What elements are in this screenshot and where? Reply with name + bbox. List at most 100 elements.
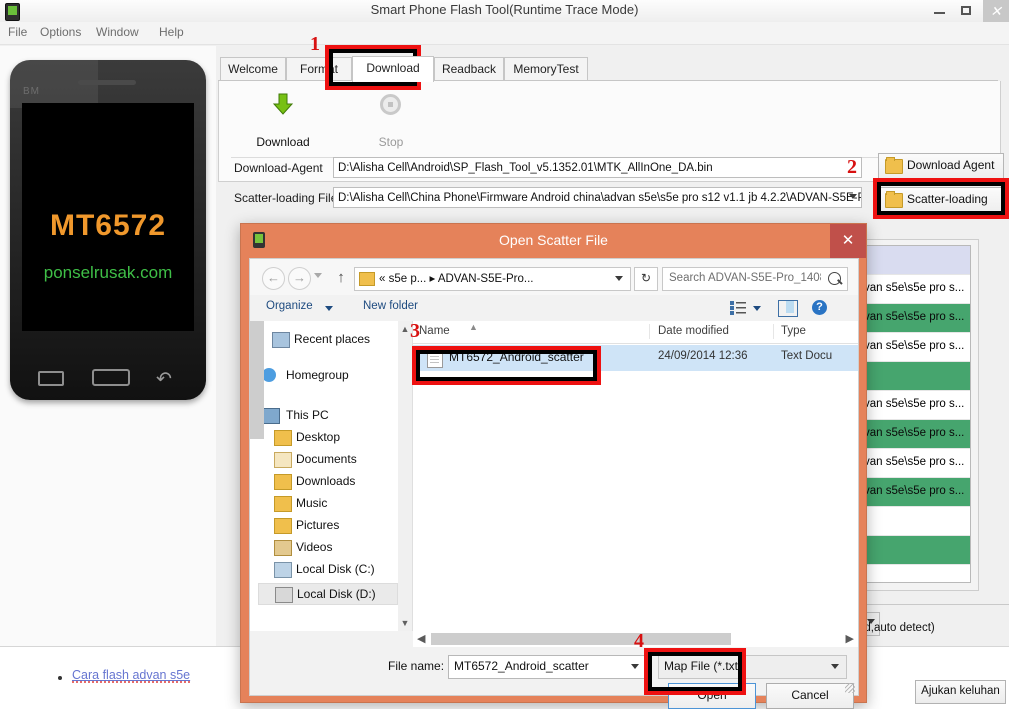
table-row[interactable]: [862, 362, 970, 391]
tab-strip: Welcome Format Download Readback MemoryT…: [218, 57, 1007, 81]
ajukan-keluhan-button[interactable]: Ajukan keluhan: [915, 680, 1006, 704]
chevron-down-icon[interactable]: [753, 306, 761, 311]
tree-item-label: Documents: [296, 449, 357, 470]
forward-arrow-icon[interactable]: →: [288, 267, 311, 290]
tree-item-local-disk-d[interactable]: Local Disk (D:): [258, 583, 398, 605]
tree-item-homegroup[interactable]: Homegroup: [250, 365, 398, 387]
tree-item-videos[interactable]: Videos: [250, 537, 398, 559]
file-type-dropdown[interactable]: Map File (*.txt): [658, 655, 847, 679]
column-divider[interactable]: [649, 324, 650, 339]
scatter-loading-browse-button[interactable]: Scatter-loading: [878, 187, 1004, 213]
tree-item-downloads[interactable]: Downloads: [250, 471, 398, 493]
chevron-down-icon[interactable]: [325, 306, 333, 311]
chevron-down-icon[interactable]: [831, 664, 839, 669]
menu-item-help[interactable]: Help: [155, 25, 188, 39]
search-input[interactable]: Search ADVAN-S5E-Pro_1408...: [662, 267, 848, 291]
menu-item-options[interactable]: Options: [36, 25, 85, 39]
column-header-name[interactable]: Name: [419, 325, 450, 337]
download-agent-input[interactable]: D:\Alisha Cell\Android\SP_Flash_Tool_v5.…: [333, 157, 862, 178]
dialog-title-bar: Open Scatter File ✕: [241, 224, 866, 258]
file-list[interactable]: ▲ Name Date modified Type MT6572_Android…: [413, 321, 858, 631]
close-button[interactable]: ✕: [983, 0, 1009, 22]
system-drive-icon: [274, 562, 292, 578]
tab-download[interactable]: Download: [352, 56, 434, 82]
tree-item-desktop[interactable]: Desktop: [250, 427, 398, 449]
menu-item-file[interactable]: File: [4, 25, 31, 39]
horizontal-scroll-thumb[interactable]: [431, 633, 731, 645]
tab-readback[interactable]: Readback: [434, 57, 504, 81]
up-arrow-icon[interactable]: ↑: [332, 268, 350, 287]
tree-scrollbar-thumb[interactable]: [250, 321, 264, 439]
auto-detect-status: ed,auto detect): [858, 622, 935, 634]
chevron-down-icon[interactable]: [631, 664, 639, 669]
open-button[interactable]: Open: [668, 683, 756, 709]
documents-folder-icon: [274, 452, 292, 468]
table-row[interactable]: van s5e\s5e pro s...: [862, 420, 970, 449]
file-name-input[interactable]: MT6572_Android_scatter: [448, 655, 647, 679]
maximize-button[interactable]: [953, 0, 979, 22]
download-agent-browse-label: Download Agent: [907, 154, 994, 177]
organize-button[interactable]: Organize: [266, 300, 313, 312]
table-row[interactable]: [862, 565, 970, 583]
scatter-file-input[interactable]: D:\Alisha Cell\China Phone\Firmware Andr…: [333, 187, 862, 208]
tree-item-this-pc[interactable]: This PC: [250, 405, 398, 427]
table-row[interactable]: [862, 507, 970, 536]
tree-item-pictures[interactable]: Pictures: [250, 515, 398, 537]
tab-memorytest[interactable]: MemoryTest: [504, 57, 588, 81]
download-agent-browse-button[interactable]: Download Agent: [878, 153, 1004, 179]
dialog-close-button[interactable]: ✕: [830, 224, 866, 258]
dialog-footer: File name: MT6572_Android_scatter Map Fi…: [250, 649, 858, 695]
table-row[interactable]: [862, 536, 970, 565]
file-list-row[interactable]: MT6572_Android_scatter 24/09/2014 12:36 …: [413, 345, 858, 371]
resize-grip[interactable]: [845, 683, 855, 693]
table-row[interactable]: van s5e\s5e pro s...: [862, 449, 970, 478]
tree-item-local-disk-c[interactable]: Local Disk (C:): [250, 559, 398, 581]
table-row[interactable]: van s5e\s5e pro s...: [862, 275, 970, 304]
tree-item-recent-places[interactable]: Recent places: [250, 329, 398, 351]
table-row[interactable]: van s5e\s5e pro s...: [862, 391, 970, 420]
refresh-icon[interactable]: ↻: [634, 267, 658, 291]
new-folder-button[interactable]: New folder: [363, 300, 418, 312]
table-row[interactable]: [862, 246, 970, 275]
chevron-down-icon[interactable]: [615, 276, 623, 281]
phone-speaker: [78, 80, 136, 85]
homegroup-icon: [262, 368, 276, 382]
file-name-cell: MT6572_Android_scatter: [449, 350, 584, 364]
tree-scrollbar[interactable]: [398, 321, 412, 631]
phone-menu-button-icon: [38, 371, 64, 386]
navigation-tree[interactable]: Recent places Homegroup This PC Desktop …: [250, 321, 398, 631]
back-arrow-icon[interactable]: ←: [262, 267, 285, 290]
tab-welcome[interactable]: Welcome: [220, 57, 286, 81]
scroll-right-icon[interactable]: ▶: [846, 631, 854, 647]
table-row[interactable]: van s5e\s5e pro s...: [862, 478, 970, 507]
watermark-label: ponselrusak.com: [22, 263, 194, 283]
help-icon[interactable]: ?: [812, 300, 827, 315]
desktop-folder-icon: [274, 430, 292, 446]
preview-pane-icon[interactable]: [778, 300, 798, 317]
file-date-cell: 24/09/2014 12:36: [658, 350, 748, 362]
partition-list[interactable]: van s5e\s5e pro s... van s5e\s5e pro s..…: [861, 245, 971, 583]
tree-item-music[interactable]: Music: [250, 493, 398, 515]
table-row[interactable]: van s5e\s5e pro s...: [862, 333, 970, 362]
scroll-left-icon[interactable]: ◀: [417, 631, 425, 647]
column-header-date-modified[interactable]: Date modified: [658, 325, 729, 337]
cara-flash-link[interactable]: Cara flash advan s5e: [72, 668, 190, 682]
view-list-icon[interactable]: [730, 301, 746, 315]
minimize-button[interactable]: [927, 0, 953, 22]
breadcrumb[interactable]: « s5e p... ▸ ADVAN-S5E-Pro...: [354, 267, 631, 291]
breadcrumb-path: « s5e p... ▸ ADVAN-S5E-Pro...: [379, 271, 533, 285]
file-type-value: Map File (*.txt): [664, 659, 742, 673]
chevron-down-icon[interactable]: [314, 273, 322, 278]
table-row[interactable]: van s5e\s5e pro s...: [862, 304, 970, 333]
cancel-button[interactable]: Cancel: [766, 683, 854, 709]
chevron-down-icon[interactable]: [849, 194, 857, 199]
tree-item-documents[interactable]: Documents: [250, 449, 398, 471]
column-divider[interactable]: [773, 324, 774, 339]
tab-format[interactable]: Format: [286, 57, 352, 81]
download-agent-label: Download-Agent: [234, 161, 323, 175]
scroll-down-icon[interactable]: ▼: [398, 615, 412, 631]
tree-item-label: Downloads: [296, 471, 355, 492]
column-header-type[interactable]: Type: [781, 325, 806, 337]
menu-item-window[interactable]: Window: [92, 25, 143, 39]
stop-circle-icon: [380, 94, 401, 115]
